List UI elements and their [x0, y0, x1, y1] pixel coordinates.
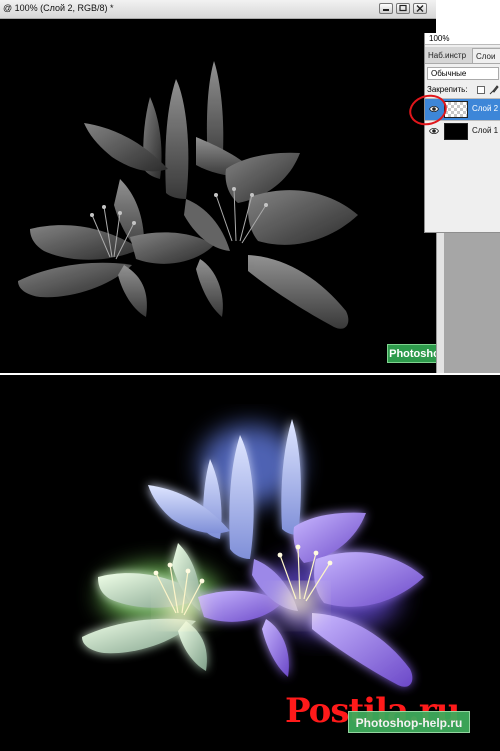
- layer-name: Слой 1: [472, 126, 499, 135]
- layer-name: Слой 2: [472, 104, 499, 113]
- layer-thumbnail-black: [444, 123, 468, 140]
- document-window: @ 100% (Слой 2, RGB/8) *: [0, 0, 436, 373]
- vertical-scrollbar[interactable]: [436, 233, 444, 373]
- watermark-bottom: Photoshop-help.ru: [348, 711, 470, 733]
- document-canvas[interactable]: [0, 19, 436, 373]
- close-icon: [416, 5, 424, 12]
- lock-transparency-checkbox[interactable]: [477, 86, 485, 94]
- eye-icon[interactable]: [429, 126, 439, 136]
- layer-thumbnail-transparent: [444, 101, 468, 118]
- tab-tool-presets[interactable]: Наб.инстр: [425, 48, 471, 63]
- workspace-background: [436, 233, 500, 373]
- lock-label: Закрепить:: [427, 85, 468, 94]
- document-titlebar[interactable]: @ 100% (Слой 2, RGB/8) *: [0, 0, 436, 19]
- lock-row: Закрепить:: [427, 84, 500, 96]
- maximize-icon: [399, 4, 407, 12]
- brush-icon[interactable]: [489, 85, 499, 95]
- layer-row-layer-1[interactable]: Слой 1: [425, 120, 500, 142]
- zoom-field[interactable]: 100%: [425, 33, 500, 45]
- close-button[interactable]: [413, 3, 427, 14]
- minimize-button[interactable]: [379, 3, 393, 14]
- panel-tabs: Наб.инстр Слои: [425, 47, 500, 64]
- tab-layers[interactable]: Слои: [472, 48, 500, 63]
- document-title: @ 100% (Слой 2, RGB/8) *: [3, 3, 114, 13]
- maximize-button[interactable]: [396, 3, 410, 14]
- minimize-icon: [383, 9, 389, 11]
- layers-panel: 100% Наб.инстр Слои Обычные Закрепить: С…: [424, 33, 500, 233]
- blend-mode-select[interactable]: Обычные: [427, 67, 499, 80]
- lily-grayscale-artwork: [18, 61, 358, 329]
